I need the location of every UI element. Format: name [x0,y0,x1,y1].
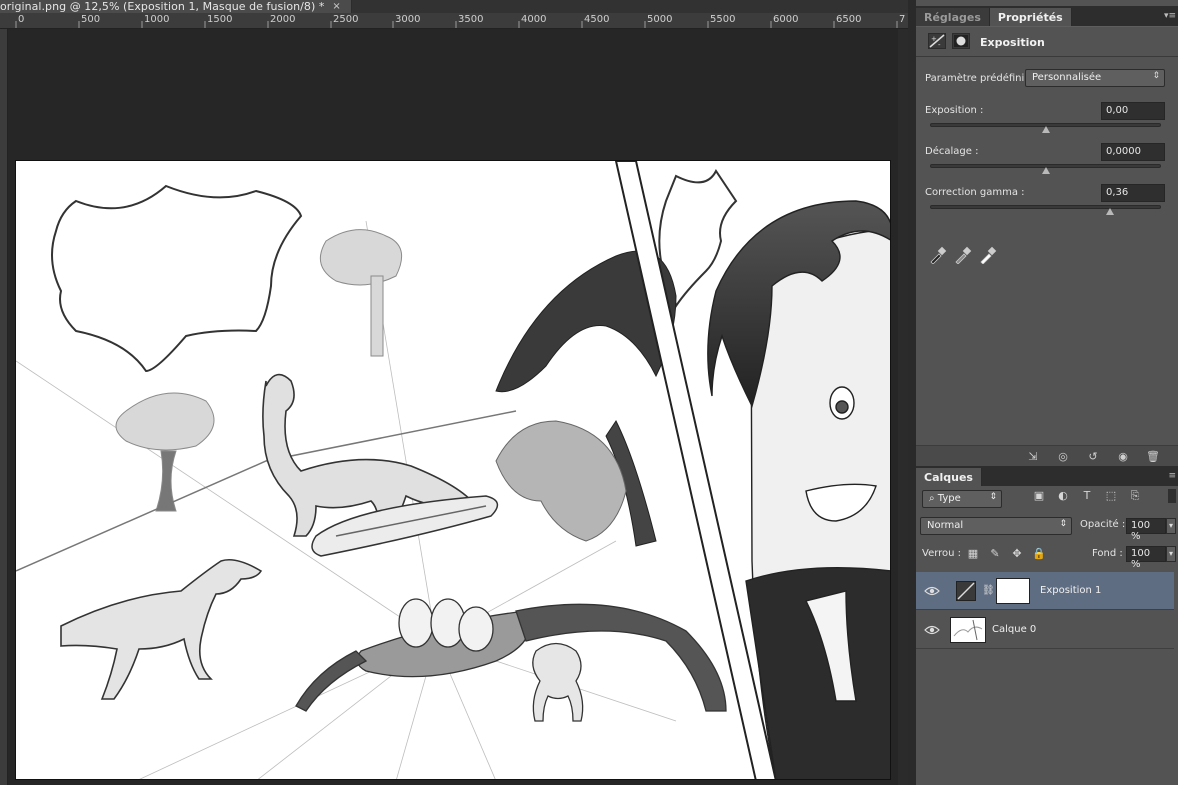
tab-reglages[interactable]: Réglages [916,8,990,26]
lock-label: Verrou : [922,548,962,559]
exposure-slider-thumb[interactable] [1041,126,1050,133]
offset-label: Décalage : [925,146,979,157]
blend-mode-value: Normal [927,520,964,531]
dropdown-arrow-icon: ⇕ [989,492,997,502]
preset-label: Paramètre prédéfini : [925,73,1031,84]
layer-name[interactable]: Calque 0 [992,624,1036,635]
reset-icon[interactable]: ↺ [1084,449,1102,465]
preset-dropdown[interactable]: Personnalisée ⇕ [1025,69,1165,87]
ruler-label: 1000 [144,14,170,25]
document-title: original.png @ 12,5% (Exposition 1, Masq… [0,0,325,13]
gamma-field[interactable]: 0,36 [1101,184,1165,202]
eye-icon[interactable] [924,623,940,637]
ruler-label: 0 [18,14,25,25]
ruler-label: 7 [899,14,906,25]
layers-menu-icon[interactable]: ≡ [1168,471,1176,481]
ruler-label: 4500 [584,14,610,25]
document-tab[interactable]: original.png @ 12,5% (Exposition 1, Masq… [0,0,352,13]
link-icon[interactable]: ⛓ [982,585,995,596]
ruler-label: 2000 [270,14,296,25]
adjustment-layer-icon [956,581,976,601]
eye-icon[interactable] [924,584,940,598]
filter-type-value: Type [937,493,961,504]
tab-proprietes[interactable]: Propriétés [989,8,1072,26]
gamma-slider[interactable] [930,205,1161,209]
lock-all-icon[interactable]: 🔒 [1032,547,1046,561]
filter-toggle[interactable] [1168,489,1176,503]
gamma-slider-thumb[interactable] [1106,208,1115,215]
gamma-label: Correction gamma : [925,187,1025,198]
ruler-label: 3500 [458,14,484,25]
horizontal-ruler[interactable]: 0 500 1000 1500 2000 2500 3000 3500 4000… [0,13,908,29]
trash-icon[interactable]: 🗑 [1144,449,1162,465]
ruler-label: 3000 [395,14,421,25]
ruler-label: 4000 [521,14,547,25]
document-canvas[interactable] [15,160,891,780]
ruler-label: 5000 [647,14,673,25]
layers-panel: ⌕ Type ⇕ ▣ ◐ T ⬚ ⎘ Normal ⇕ Opacité : 10… [916,486,1178,785]
white-eyedropper-icon[interactable] [979,246,997,264]
opacity-arrow-icon[interactable]: ▾ [1166,518,1176,534]
lock-pixels-icon[interactable]: ✎ [988,547,1002,561]
fill-arrow-icon[interactable]: ▾ [1166,546,1176,562]
properties-tab-bar: Réglages Propriétés ▾≡ [916,6,1178,26]
smart-object-filter-icon[interactable]: ⎘ [1128,489,1142,503]
mask-icon[interactable] [952,33,970,49]
ruler-label: 500 [81,14,101,25]
layer-row-exposition[interactable]: ⛓ Exposition 1 [916,572,1174,610]
layers-tab-bar: Calques ≡ [916,466,1178,486]
exposure-label: Exposition : [925,105,984,116]
layer-mask-thumbnail[interactable] [996,578,1030,604]
fill-label: Fond : [1092,548,1123,559]
svg-text:-: - [938,41,941,48]
exposure-field[interactable]: 0,00 [1101,102,1165,120]
layer-name[interactable]: Exposition 1 [1040,585,1101,596]
ruler-label: 2500 [333,14,359,25]
ruler-label: 5500 [710,14,736,25]
black-eyedropper-icon[interactable] [929,246,947,264]
offset-slider-thumb[interactable] [1041,167,1050,174]
tab-strip [352,0,908,13]
offset-field[interactable]: 0,0000 [1101,143,1165,161]
view-previous-icon[interactable]: ◎ [1054,449,1072,465]
type-filter-icon[interactable]: T [1080,489,1094,503]
lock-position-icon[interactable]: ✥ [1010,547,1024,561]
visibility-icon[interactable]: ◉ [1114,449,1132,465]
adjustment-title: Exposition [980,36,1045,49]
properties-footer: ⇲ ◎ ↺ ◉ 🗑 [916,445,1178,467]
properties-header: + - Exposition [916,27,1178,57]
ruler-label: 6500 [836,14,862,25]
manga-drawing [16,161,890,779]
preset-value: Personnalisée [1032,72,1102,83]
layer-filter-dropdown[interactable]: ⌕ Type ⇕ [922,490,1002,508]
canvas-edge [898,29,908,785]
svg-text:+: + [931,35,937,43]
pixel-filter-icon[interactable]: ▣ [1032,489,1046,503]
fill-field[interactable]: 100 % [1126,546,1166,570]
opacity-label: Opacité : [1080,519,1126,530]
vertical-ruler[interactable] [0,29,8,785]
layer-row-calque0[interactable]: Calque 0 [916,611,1174,649]
shape-filter-icon[interactable]: ⬚ [1104,489,1118,503]
blend-mode-dropdown[interactable]: Normal ⇕ [920,517,1072,535]
ruler-label: 6000 [773,14,799,25]
ruler-ticks [15,21,898,28]
adjustment-filter-icon[interactable]: ◐ [1056,489,1070,503]
clip-to-layer-icon[interactable]: ⇲ [1024,449,1042,465]
tab-calques[interactable]: Calques [916,468,982,486]
panel-menu-icon[interactable]: ▾≡ [1164,11,1176,21]
dropdown-arrow-icon: ⇕ [1152,71,1160,81]
gray-eyedropper-icon[interactable] [954,246,972,264]
properties-panel: + - Exposition Paramètre prédéfini : Pers… [916,26,1178,467]
opacity-field[interactable]: 100 % [1126,518,1166,542]
search-icon: ⌕ [929,493,938,504]
ruler-label: 1500 [207,14,233,25]
dropdown-arrow-icon: ⇕ [1059,519,1067,529]
layer-thumbnail[interactable] [950,617,986,643]
dock-separator[interactable] [908,0,916,785]
close-tab-icon[interactable]: × [332,1,340,12]
adjustment-icon[interactable]: + - [928,33,946,49]
lock-transparency-icon[interactable]: ▦ [966,547,980,561]
